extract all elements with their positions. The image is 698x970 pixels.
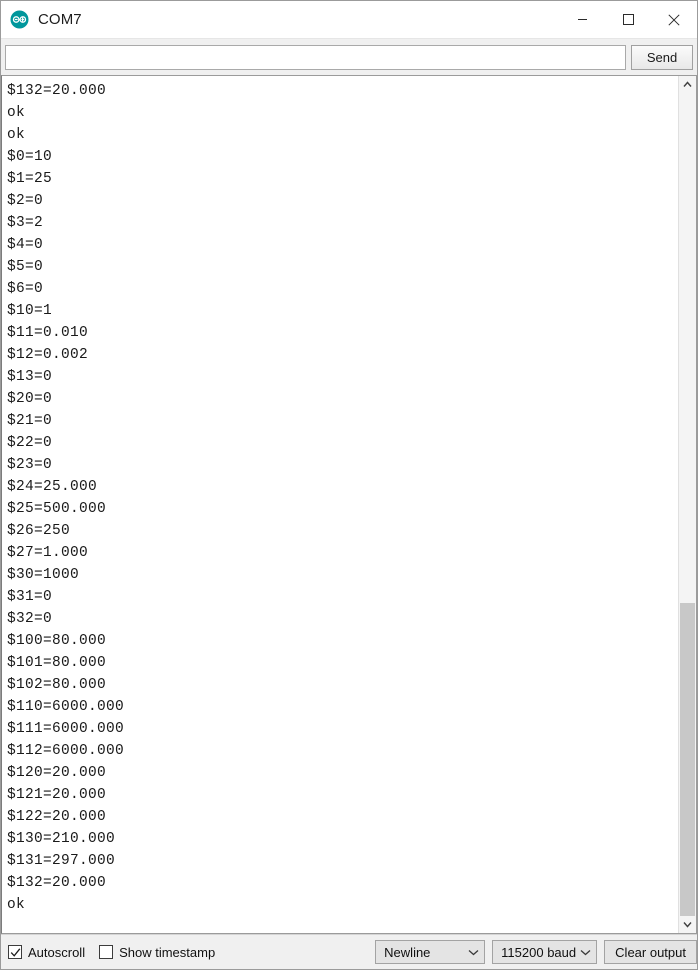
- chevron-up-icon: [683, 81, 692, 87]
- scrollbar-track[interactable]: [679, 93, 696, 916]
- baud-rate-value: 115200 baud: [501, 944, 577, 960]
- autoscroll-checkbox-box[interactable]: [8, 945, 22, 959]
- serial-line: $11=0.010: [7, 325, 89, 341]
- serial-line: $10=1: [7, 303, 53, 319]
- window-controls: [559, 1, 697, 38]
- serial-monitor-window: COM7 Send $132=20.000 ok ok $0=10 $1=25 …: [0, 0, 698, 970]
- serial-line: $1=25: [7, 171, 53, 187]
- serial-line: $21=0: [7, 413, 53, 429]
- serial-line: $31=0: [7, 589, 53, 605]
- serial-line: $130=210.000: [7, 831, 116, 847]
- autoscroll-checkbox[interactable]: Autoscroll: [8, 945, 85, 960]
- minimize-button[interactable]: [559, 1, 605, 38]
- window-title: COM7: [38, 11, 82, 28]
- serial-line: $132=20.000: [7, 83, 107, 99]
- maximize-button[interactable]: [605, 1, 651, 38]
- serial-line: $3=2: [7, 215, 44, 231]
- serial-line: $26=250: [7, 523, 71, 539]
- serial-line: $100=80.000: [7, 633, 107, 649]
- show-timestamp-checkbox-box[interactable]: [99, 945, 114, 959]
- arduino-logo-icon: [10, 10, 29, 29]
- serial-line: $32=0: [7, 611, 53, 627]
- line-ending-value: Newline: [384, 944, 431, 960]
- status-bar: Autoscroll Show timestamp Newline 115200…: [1, 934, 697, 969]
- chevron-down-icon: [683, 922, 692, 928]
- minimize-icon: [577, 19, 587, 20]
- serial-line: $30=1000: [7, 567, 80, 583]
- serial-line: $131=297.000: [7, 853, 116, 869]
- check-icon: [10, 947, 20, 957]
- serial-line: $23=0: [7, 457, 53, 473]
- maximize-icon: [622, 14, 634, 25]
- serial-line: $0=10: [7, 149, 53, 165]
- clear-output-button[interactable]: Clear output: [604, 940, 697, 964]
- serial-line: ok: [7, 127, 26, 143]
- serial-line: ok: [7, 897, 26, 913]
- serial-output-area: $132=20.000 ok ok $0=10 $1=25 $2=0 $3=2 $4=0 $5=…: [1, 75, 697, 934]
- serial-line: $6=0: [7, 281, 44, 297]
- serial-line: $122=20.000: [7, 809, 107, 825]
- send-input[interactable]: [5, 44, 626, 70]
- serial-line: $121=20.000: [7, 787, 107, 803]
- serial-line: $5=0: [7, 259, 44, 275]
- autoscroll-label: Autoscroll: [28, 944, 86, 960]
- scrollbar-thumb[interactable]: [680, 603, 695, 916]
- serial-line: $110=6000.000: [7, 699, 125, 715]
- send-bar: Send: [1, 39, 697, 75]
- show-timestamp-label: Show timestamp: [119, 944, 216, 960]
- serial-line: $102=80.000: [7, 677, 107, 693]
- titlebar: COM7: [1, 1, 697, 39]
- scroll-down-button[interactable]: [679, 916, 696, 933]
- serial-line: $2=0: [7, 193, 44, 209]
- show-timestamp-checkbox[interactable]: Show timestamp: [99, 945, 215, 960]
- serial-line: $25=500.000: [7, 501, 107, 517]
- baud-rate-select[interactable]: 115200 baud: [492, 940, 598, 964]
- serial-line: $20=0: [7, 391, 53, 407]
- serial-line: $101=80.000: [7, 655, 107, 671]
- serial-line: $111=6000.000: [7, 721, 125, 737]
- serial-output-text[interactable]: $132=20.000 ok ok $0=10 $1=25 $2=0 $3=2 $4=0 $5=…: [2, 76, 678, 933]
- serial-line: $12=0.002: [7, 347, 89, 363]
- serial-line: $120=20.000: [7, 765, 107, 781]
- serial-line: $4=0: [7, 237, 44, 253]
- close-icon: [668, 13, 680, 26]
- line-ending-select[interactable]: Newline: [375, 940, 486, 964]
- serial-line: $27=1.000: [7, 545, 89, 561]
- chevron-down-icon: [580, 949, 591, 956]
- serial-line: $24=25.000: [7, 479, 98, 495]
- chevron-down-icon: [468, 949, 479, 956]
- serial-line: $22=0: [7, 435, 53, 451]
- send-button[interactable]: Send: [631, 44, 693, 70]
- serial-line: $132=20.000: [7, 875, 107, 891]
- serial-line: ok: [7, 105, 26, 121]
- close-button[interactable]: [651, 1, 697, 38]
- vertical-scrollbar[interactable]: [678, 76, 696, 933]
- serial-line: $13=0: [7, 369, 53, 385]
- serial-line: $112=6000.000: [7, 743, 125, 759]
- scroll-up-button[interactable]: [679, 76, 696, 93]
